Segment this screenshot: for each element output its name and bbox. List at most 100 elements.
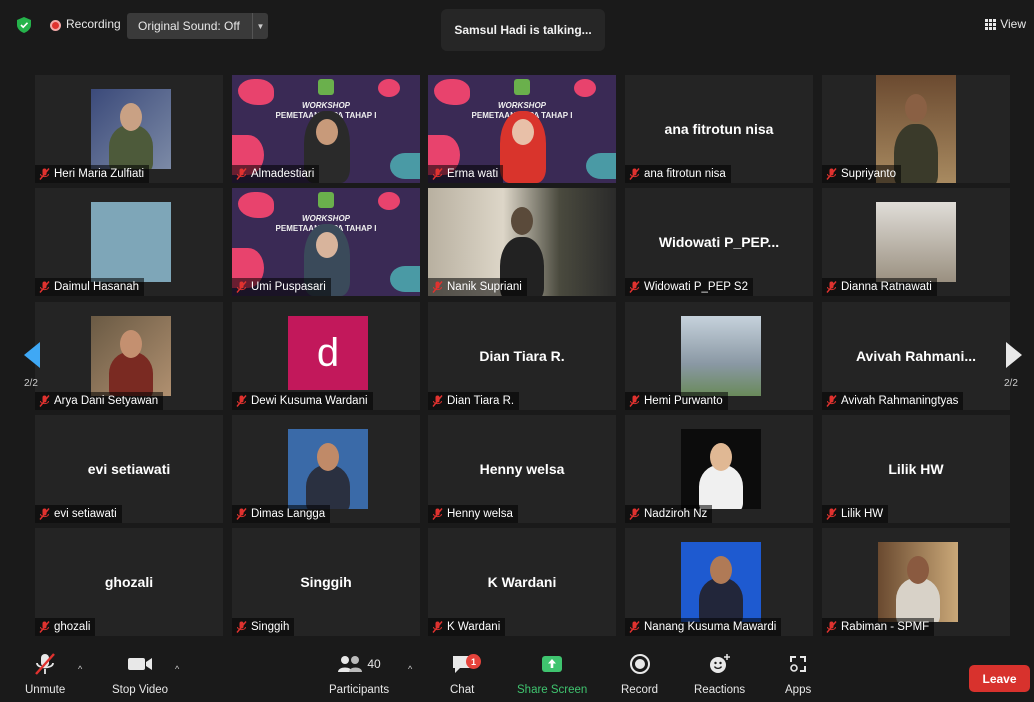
previous-page-button[interactable]: 2/2 — [12, 310, 62, 400]
audio-options-caret-icon[interactable]: ^ — [78, 664, 82, 674]
participant-tile[interactable]: Hemi Purwanto — [625, 302, 813, 410]
participant-video — [876, 202, 956, 282]
participant-name: Widowati P_PEP S2 — [644, 281, 748, 293]
apps-button[interactable]: Apps — [785, 648, 811, 702]
participant-tile[interactable]: Widowati P_PEP... Widowati P_PEP S2 — [625, 188, 813, 296]
video-camera-icon — [126, 648, 154, 680]
record-button[interactable]: Record — [621, 648, 658, 702]
participant-tile[interactable]: Daimul Hasanah — [35, 188, 223, 296]
original-sound-label[interactable]: Original Sound: Off — [127, 19, 252, 33]
participant-video — [681, 542, 761, 622]
microphone-muted-icon — [236, 168, 247, 180]
record-label: Record — [621, 684, 659, 696]
participant-video-person — [306, 465, 350, 509]
participant-name: Almadestiari — [251, 168, 315, 180]
participant-tile[interactable]: Dian Tiara R. Dian Tiara R. — [428, 302, 616, 410]
video-options-caret-icon[interactable]: ^ — [175, 664, 179, 674]
view-button[interactable]: View — [985, 17, 1026, 31]
participant-name: K Wardani — [447, 621, 501, 633]
participant-tile[interactable]: WORKSHOPPEMETAAN PEPA TAHAP IUmi Puspasa… — [232, 188, 420, 296]
microphone-muted-icon — [39, 281, 50, 293]
participant-tile[interactable]: WORKSHOPPEMETAAN PEPA TAHAP IErma wati — [428, 75, 616, 183]
microphone-muted-icon — [629, 395, 640, 407]
participant-name-label: Dewi Kusuma Wardani — [232, 392, 373, 410]
original-sound-toggle[interactable]: Original Sound: Off ▼ — [127, 13, 268, 39]
participant-tile[interactable]: ghozali ghozali — [35, 528, 223, 636]
participant-name-label: Nanang Kusuma Mawardi — [625, 618, 782, 636]
participant-video — [91, 89, 171, 169]
participant-name-label: Nanik Supriani — [428, 278, 527, 296]
participant-name-label: Lilik HW — [822, 505, 889, 523]
participant-face — [316, 119, 338, 145]
microphone-muted-icon — [826, 621, 837, 633]
microphone-muted-icon — [432, 508, 443, 520]
participant-tile[interactable]: WORKSHOPPEMETAAN PEPA TAHAP IAlmadestiar… — [232, 75, 420, 183]
stop-video-button[interactable]: Stop Video — [112, 648, 168, 702]
encryption-shield-icon[interactable] — [17, 17, 31, 33]
participant-video-person — [699, 578, 743, 622]
microphone-muted-icon — [826, 508, 837, 520]
participant-name: Nanik Supriani — [447, 281, 522, 293]
participant-tile[interactable]: evi setiawati evi setiawati — [35, 415, 223, 523]
page-indicator-left: 2/2 — [24, 378, 38, 389]
participant-name-label: Umi Puspasari — [232, 278, 331, 296]
participant-name-label: Avivah Rahmaningtyas — [822, 392, 964, 410]
participant-name: Umi Puspasari — [251, 281, 326, 293]
participant-name: Hemi Purwanto — [644, 395, 723, 407]
participant-name-label: Dimas Langga — [232, 505, 331, 523]
participant-tile[interactable]: Arya Dani Setyawan — [35, 302, 223, 410]
participant-tile[interactable]: ana fitrotun nisa ana fitrotun nisa — [625, 75, 813, 183]
participant-tile[interactable]: Supriyanto — [822, 75, 1010, 183]
page-indicator-right: 2/2 — [1004, 378, 1018, 389]
participant-tile[interactable]: d Dewi Kusuma Wardani — [232, 302, 420, 410]
participant-tile[interactable]: Nadziroh Nz — [625, 415, 813, 523]
participants-options-caret-icon[interactable]: ^ — [408, 664, 412, 674]
next-page-button[interactable]: 2/2 — [984, 310, 1034, 400]
share-screen-button[interactable]: Share Screen — [517, 648, 587, 702]
participant-tile[interactable]: Avivah Rahmani... Avivah Rahmaningtyas — [822, 302, 1010, 410]
participant-video-person — [109, 125, 153, 169]
participant-tile[interactable]: Singgih Singgih — [232, 528, 420, 636]
participant-name-label: Almadestiari — [232, 165, 320, 183]
participant-name: Avivah Rahmaningtyas — [841, 395, 959, 407]
microphone-muted-icon — [39, 508, 50, 520]
participant-tile[interactable]: Dianna Ratnawati — [822, 188, 1010, 296]
participant-name-label: Hemi Purwanto — [625, 392, 728, 410]
participant-name: Dewi Kusuma Wardani — [251, 395, 368, 407]
participant-tile[interactable]: Rabiman - SPMF — [822, 528, 1010, 636]
participant-name: ghozali — [54, 621, 91, 633]
slide-title: WORKSHOP — [498, 101, 546, 110]
microphone-muted-icon — [236, 508, 247, 520]
leave-button[interactable]: Leave — [969, 665, 1030, 692]
recording-indicator[interactable]: Recording — [66, 17, 121, 31]
reactions-button[interactable]: Reactions — [694, 648, 745, 702]
participant-tile[interactable]: Henny welsa Henny welsa — [428, 415, 616, 523]
participant-tile[interactable]: Heri Maria Zulfiati — [35, 75, 223, 183]
participant-count: 40 — [367, 657, 381, 671]
unmute-button[interactable]: Unmute — [25, 648, 65, 702]
participant-name: Nadziroh Nz — [644, 508, 708, 520]
participant-name: Erma wati — [447, 168, 499, 180]
participant-name-label: ghozali — [35, 618, 96, 636]
participant-face — [511, 207, 533, 236]
participant-name: Dianna Ratnawati — [841, 281, 932, 293]
participant-name-label: Henny welsa — [428, 505, 518, 523]
participant-tile[interactable]: Lilik HW Lilik HW — [822, 415, 1010, 523]
participants-button[interactable]: 40 Participants — [329, 648, 389, 702]
participant-tile[interactable]: Nanik Supriani — [428, 188, 616, 296]
microphone-muted-icon — [32, 648, 58, 680]
participants-icon — [338, 656, 363, 672]
participants-label: Participants — [329, 684, 390, 696]
participant-video — [878, 542, 958, 622]
avatar: d — [288, 316, 368, 390]
participant-tile[interactable]: Nanang Kusuma Mawardi — [625, 528, 813, 636]
microphone-muted-icon — [432, 395, 443, 407]
participants-icon-group: 40 — [337, 648, 381, 680]
participant-video — [91, 316, 171, 396]
participant-tile[interactable]: Dimas Langga — [232, 415, 420, 523]
recording-dot-icon — [50, 20, 61, 31]
participant-tile[interactable]: K Wardani K Wardani — [428, 528, 616, 636]
chevron-down-icon[interactable]: ▼ — [252, 13, 268, 39]
participant-name: Rabiman - SPMF — [841, 621, 930, 633]
participant-name-label: evi setiawati — [35, 505, 122, 523]
